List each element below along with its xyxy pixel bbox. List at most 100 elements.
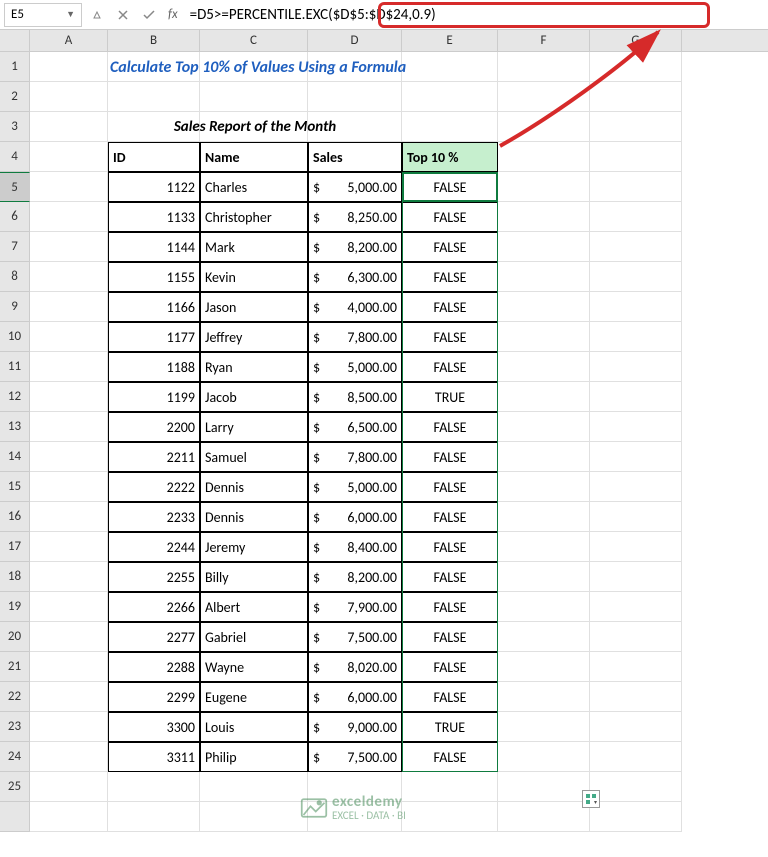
table-cell-top[interactable]: FALSE [402,502,498,532]
table-cell-name[interactable]: Jacob [200,382,308,412]
cell[interactable] [590,802,682,832]
table-cell-name[interactable]: Kevin [200,262,308,292]
table-cell-name[interactable]: Jason [200,292,308,322]
cell[interactable] [590,592,682,622]
table-cell-top[interactable]: FALSE [402,412,498,442]
table-cell-sales[interactable]: $4,000.00 [308,292,402,322]
row-header[interactable]: 23 [0,712,30,742]
col-header-g[interactable]: G [590,30,682,51]
cell[interactable] [498,382,590,412]
cell[interactable] [30,112,108,142]
table-cell-top[interactable]: FALSE [402,442,498,472]
table-cell-sales[interactable]: $5,000.00 [308,172,402,202]
cell[interactable] [30,712,108,742]
table-cell-id[interactable]: 1177 [108,322,200,352]
cell[interactable] [30,772,108,802]
cell[interactable] [108,772,200,802]
table-cell-sales[interactable]: $8,200.00 [308,562,402,592]
cell[interactable] [498,142,590,172]
table-header-top[interactable]: Top 10 % [402,142,498,172]
table-cell-top[interactable]: FALSE [402,202,498,232]
cell[interactable] [30,292,108,322]
table-cell-name[interactable]: Samuel [200,442,308,472]
table-cell-top[interactable]: TRUE [402,712,498,742]
cell[interactable] [30,442,108,472]
cell[interactable] [590,622,682,652]
table-cell-name[interactable]: Wayne [200,652,308,682]
cell[interactable] [590,652,682,682]
row-header[interactable]: 9 [0,292,30,322]
cell[interactable] [30,352,108,382]
table-cell-name[interactable]: Billy [200,562,308,592]
row-header[interactable]: 17 [0,532,30,562]
cell[interactable] [30,562,108,592]
cell[interactable] [30,52,108,82]
table-header-id[interactable]: ID [108,142,200,172]
table-cell-top[interactable]: FALSE [402,352,498,382]
table-cell-id[interactable]: 3300 [108,712,200,742]
cell[interactable] [402,802,498,832]
table-cell-name[interactable]: Louis [200,712,308,742]
autofill-options-button[interactable] [582,790,600,808]
row-header[interactable]: 15 [0,472,30,502]
row-header[interactable]: 16 [0,502,30,532]
col-header-e[interactable]: E [402,30,498,51]
table-cell-id[interactable]: 2299 [108,682,200,712]
table-cell-sales[interactable]: $6,500.00 [308,412,402,442]
cell[interactable] [498,472,590,502]
row-header[interactable]: 7 [0,232,30,262]
cell[interactable] [200,802,308,832]
row-header[interactable]: 13 [0,412,30,442]
table-cell-top[interactable]: FALSE [402,742,498,772]
cell[interactable] [498,262,590,292]
table-cell-sales[interactable]: $5,000.00 [308,472,402,502]
row-header[interactable]: 8 [0,262,30,292]
confirm-button[interactable] [138,4,160,26]
cell[interactable] [590,532,682,562]
table-cell-name[interactable]: Ryan [200,352,308,382]
row-header[interactable]: 1 [0,52,30,82]
cell[interactable] [498,202,590,232]
cell[interactable] [498,232,590,262]
table-cell-sales[interactable]: $8,200.00 [308,232,402,262]
cell[interactable] [30,412,108,442]
cell[interactable] [108,802,200,832]
cell[interactable] [498,502,590,532]
cell[interactable] [30,262,108,292]
cell[interactable] [498,562,590,592]
col-header-f[interactable]: F [498,30,590,51]
cell[interactable] [498,652,590,682]
fx-icon[interactable]: fx [168,7,178,22]
cell[interactable] [402,82,498,112]
cell[interactable] [590,142,682,172]
cell[interactable] [30,502,108,532]
table-cell-sales[interactable]: $6,300.00 [308,262,402,292]
cell[interactable] [498,52,590,82]
cell[interactable] [498,292,590,322]
table-cell-id[interactable]: 2211 [108,442,200,472]
col-header-c[interactable]: C [200,30,308,51]
table-cell-name[interactable]: Christopher [200,202,308,232]
row-header[interactable]: 12 [0,382,30,412]
cell[interactable] [308,82,402,112]
table-cell-id[interactable]: 2200 [108,412,200,442]
cell[interactable] [498,742,590,772]
cell[interactable] [200,772,308,802]
table-cell-sales[interactable]: $6,000.00 [308,682,402,712]
cell[interactable] [498,322,590,352]
cell[interactable] [590,772,682,802]
table-cell-top[interactable]: FALSE [402,652,498,682]
table-cell-id[interactable]: 2244 [108,532,200,562]
row-header[interactable]: 11 [0,352,30,382]
cell[interactable] [590,682,682,712]
cell[interactable] [590,352,682,382]
cell[interactable] [590,172,682,202]
cell[interactable] [30,742,108,772]
cell[interactable] [30,682,108,712]
table-cell-sales[interactable]: $8,400.00 [308,532,402,562]
cell[interactable] [498,172,590,202]
cell[interactable] [498,802,590,832]
cell[interactable] [498,112,590,142]
table-cell-top[interactable]: FALSE [402,262,498,292]
row-header[interactable]: 6 [0,202,30,232]
